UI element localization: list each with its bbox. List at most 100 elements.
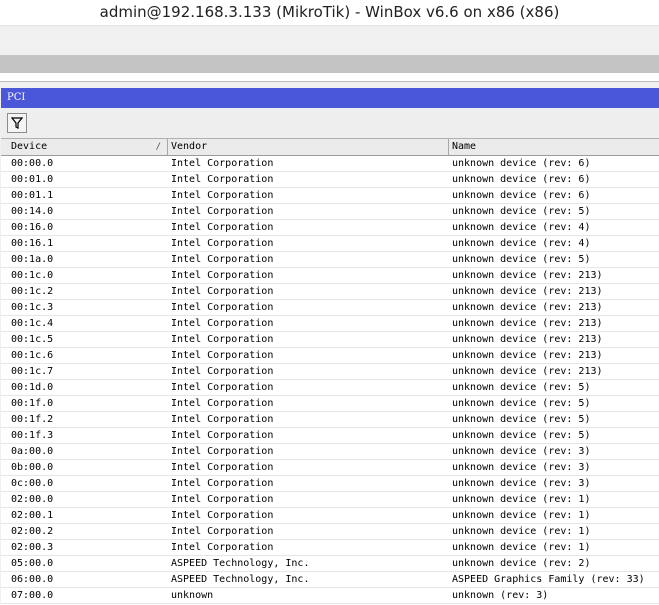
table-row[interactable]: 00:1f.3 Intel Corporation unknown device (… [1,428,659,444]
pci-window-title: PCI [7,92,26,103]
cell-device: 0b:00.0 [11,462,54,473]
table-row[interactable]: 00:16.1 Intel Corporation unknown device (… [1,236,659,252]
table-row[interactable]: 02:00.3 Intel Corporation unknown device (… [1,540,659,556]
table-row[interactable]: 05:00.0 ASPEED Technology, Inc. unknown de… [1,556,659,572]
table-row[interactable]: 00:14.0 Intel Corporation unknown device (… [1,204,659,220]
cell-name: unknown device (rev: 213) [452,318,603,329]
cell-name: ASPEED Graphics Family (rev: 33) [452,574,645,585]
cell-device: 02:00.3 [11,542,54,553]
cell-name: unknown device (rev: 6) [452,190,591,201]
table-row[interactable]: 0c:00.0 Intel Corporation unknown device (… [1,476,659,492]
cell-device: 00:00.0 [11,158,54,169]
table-row[interactable]: 00:1a.0 Intel Corporation unknown device (… [1,252,659,268]
table-row[interactable]: 00:1f.0 Intel Corporation unknown device (… [1,396,659,412]
cell-device: 00:01.0 [11,174,54,185]
table-row[interactable]: 00:1c.6 Intel Corporation unknown device (… [1,348,659,364]
table-row[interactable]: 00:16.0 Intel Corporation unknown device (… [1,220,659,236]
cell-vendor: Intel Corporation [171,430,274,441]
cell-device: 0a:00.0 [11,446,54,457]
table-row[interactable]: 00:1c.4 Intel Corporation unknown device (… [1,316,659,332]
cell-name: unknown device (rev: 1) [452,510,591,521]
cell-vendor: Intel Corporation [171,446,274,457]
table-row[interactable]: 00:1d.0 Intel Corporation unknown device (… [1,380,659,396]
cell-device: 00:16.1 [11,238,54,249]
cell-vendor: Intel Corporation [171,366,274,377]
cell-name: unknown device (rev: 5) [452,430,591,441]
table-row[interactable]: 00:1c.7 Intel Corporation unknown device (… [1,364,659,380]
cell-name: unknown device (rev: 5) [452,206,591,217]
cell-device: 00:1c.4 [11,318,54,329]
table-row[interactable]: 0a:00.0 Intel Corporation unknown device (… [1,444,659,460]
cell-vendor: unknown [171,590,214,601]
table-row[interactable]: 00:1c.2 Intel Corporation unknown device (… [1,284,659,300]
cell-vendor: Intel Corporation [171,350,274,361]
cell-device: 00:16.0 [11,222,54,233]
table-header: Device / Vendor Name [1,139,659,156]
column-header-name[interactable]: Name [449,139,659,155]
pci-window-titlebar[interactable]: PCI [1,88,659,108]
sort-indicator: / [155,142,161,152]
main-toolbar [0,25,659,56]
cell-vendor: Intel Corporation [171,462,274,473]
table-row[interactable]: 00:1f.2 Intel Corporation unknown device (… [1,412,659,428]
cell-device: 00:1c.7 [11,366,54,377]
cell-device: 00:1c.2 [11,286,54,297]
cell-vendor: Intel Corporation [171,334,274,345]
cell-name: unknown device (rev: 6) [452,174,591,185]
toolbar-gap [0,73,659,82]
cell-name: unknown device (rev: 4) [452,238,591,249]
filter-button[interactable] [7,113,27,133]
cell-name: unknown device (rev: 3) [452,446,591,457]
cell-vendor: Intel Corporation [171,158,274,169]
table-row[interactable]: 06:00.0 ASPEED Technology, Inc. ASPEED Gra… [1,572,659,588]
cell-device: 00:1c.0 [11,270,54,281]
cell-vendor: Intel Corporation [171,542,274,553]
cell-name: unknown device (rev: 6) [452,158,591,169]
cell-vendor: ASPEED Technology, Inc. [171,558,310,569]
cell-name: unknown device (rev: 213) [452,366,603,377]
table-row[interactable]: 0b:00.0 Intel Corporation unknown device (… [1,460,659,476]
cell-device: 00:1d.0 [11,382,54,393]
table-row[interactable]: 00:1c.3 Intel Corporation unknown device (… [1,300,659,316]
pci-window-toolbar [1,108,659,138]
cell-vendor: Intel Corporation [171,318,274,329]
cell-name: unknown device (rev: 213) [452,286,603,297]
table-row[interactable]: 02:00.1 Intel Corporation unknown device (… [1,508,659,524]
cell-device: 06:00.0 [11,574,54,585]
cell-vendor: ASPEED Technology, Inc. [171,574,310,585]
cell-name: unknown device (rev: 1) [452,494,591,505]
cell-vendor: Intel Corporation [171,190,274,201]
cell-name: unknown device (rev: 213) [452,350,603,361]
cell-device: 02:00.1 [11,510,54,521]
cell-device: 00:1f.3 [11,430,54,441]
column-header-vendor[interactable]: Vendor [168,139,449,155]
cell-name: unknown device (rev: 213) [452,334,603,345]
table-row[interactable]: 02:00.0 Intel Corporation unknown device (… [1,492,659,508]
cell-name: unknown device (rev: 4) [452,222,591,233]
cell-vendor: Intel Corporation [171,414,274,425]
table-row[interactable]: 00:1c.0 Intel Corporation unknown device (… [1,268,659,284]
table-row[interactable]: 00:01.1 Intel Corporation unknown device (… [1,188,659,204]
pci-device-table: Device / Vendor Name 00:00.0 Intel Corpor… [1,138,659,605]
cell-name: unknown device (rev: 5) [452,398,591,409]
table-row[interactable]: 02:00.2 Intel Corporation unknown device (… [1,524,659,540]
cell-vendor: Intel Corporation [171,526,274,537]
cell-device: 00:14.0 [11,206,54,217]
cell-vendor: Intel Corporation [171,238,274,249]
table-row[interactable]: 00:1c.5 Intel Corporation unknown device (… [1,332,659,348]
cell-vendor: Intel Corporation [171,398,274,409]
cell-device: 02:00.0 [11,494,54,505]
cell-vendor: Intel Corporation [171,478,274,489]
cell-device: 00:01.1 [11,190,54,201]
table-row[interactable]: 07:00.0 unknown unknown (rev: 3) [1,588,659,604]
cell-device: 02:00.2 [11,526,54,537]
table-row[interactable]: 00:00.0 Intel Corporation unknown device (… [1,156,659,172]
cell-name: unknown device (rev: 2) [452,558,591,569]
cell-name: unknown device (rev: 5) [452,382,591,393]
cell-vendor: Intel Corporation [171,510,274,521]
cell-device: 00:1c.3 [11,302,54,313]
table-row[interactable]: 00:01.0 Intel Corporation unknown device (… [1,172,659,188]
cell-device: 00:1c.5 [11,334,54,345]
cell-name: unknown device (rev: 3) [452,478,591,489]
column-header-device[interactable]: Device / [8,139,168,155]
